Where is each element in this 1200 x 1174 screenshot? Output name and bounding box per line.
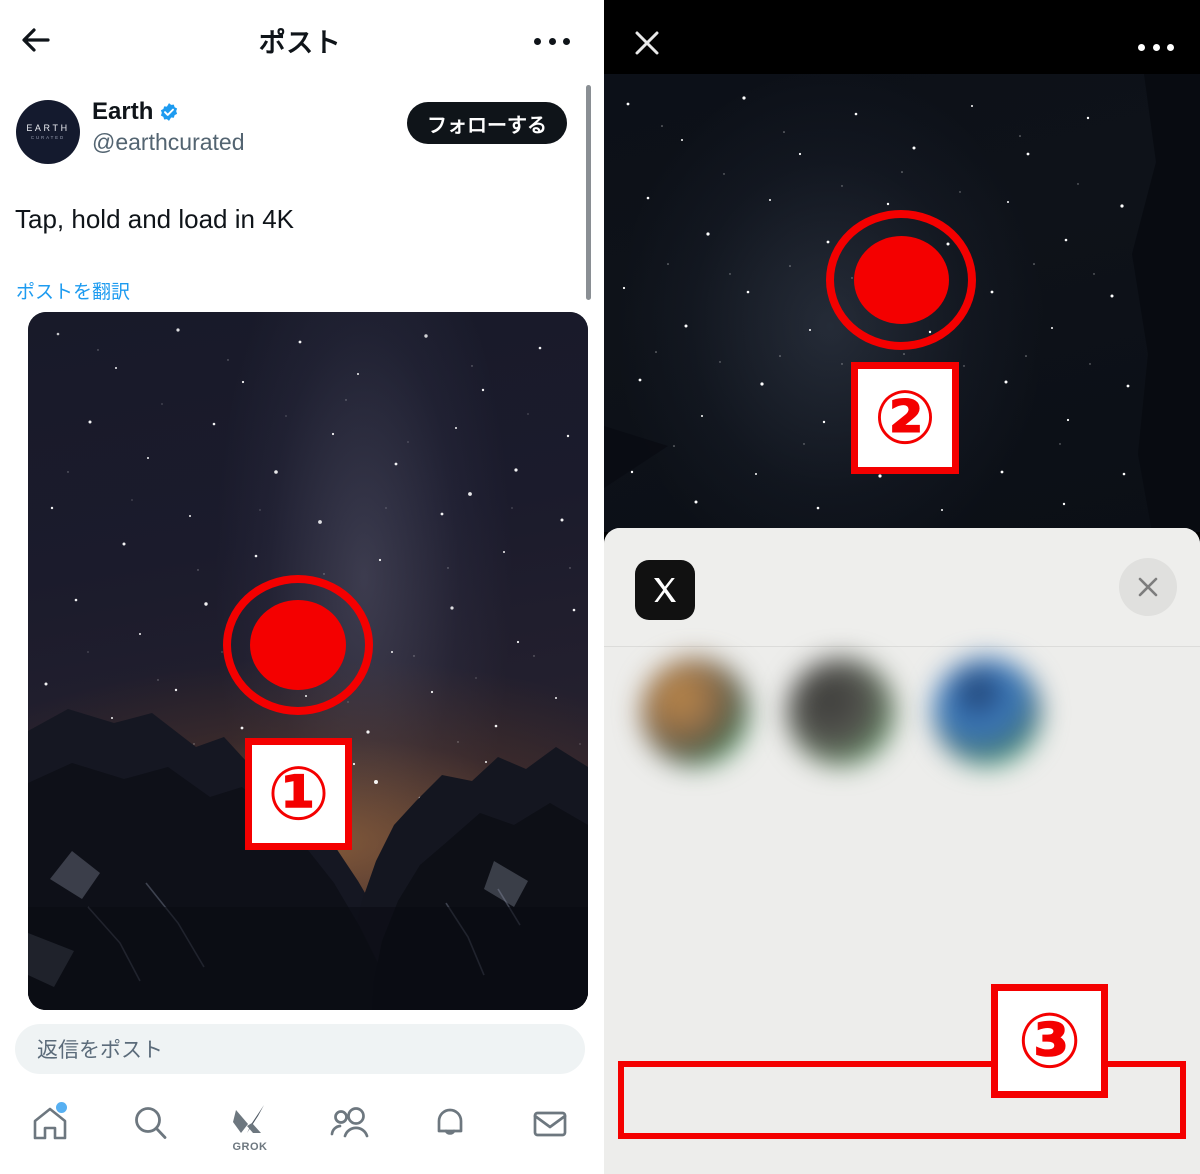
share-sheet-header: [604, 528, 1200, 647]
step-marker-1: ①: [245, 738, 352, 850]
grok-icon: [233, 1105, 264, 1133]
dot: [548, 37, 556, 45]
share-contacts-row: [604, 658, 1200, 803]
left-topbar: ポスト: [0, 0, 600, 78]
share-contact-2[interactable]: [768, 658, 914, 803]
step-number-3: ③: [1017, 996, 1082, 1085]
tap-indicator-dot-1: [250, 600, 346, 690]
dot: [1138, 43, 1145, 51]
share-contact-3[interactable]: [914, 658, 1060, 803]
author-handle: @earthcurated: [92, 129, 245, 155]
bell-icon: [437, 1108, 463, 1135]
avatar: [933, 658, 1041, 766]
screenshot-root: ポスト EARTH CURATED Earth @earthcurated フォ…: [0, 0, 1200, 1174]
x-app-icon: [635, 560, 695, 620]
search-icon: [135, 1107, 167, 1139]
step-marker-2: ②: [851, 362, 959, 474]
right-panel-share-sheet: ②: [604, 0, 1200, 1174]
nav-item-messages[interactable]: [500, 1102, 600, 1164]
author-display-name: Earth: [92, 98, 154, 125]
close-icon: [1138, 577, 1158, 597]
more-horizontal-icon[interactable]: [534, 30, 570, 52]
vertical-scrollbar[interactable]: [586, 85, 591, 300]
nav-item-home[interactable]: [0, 1102, 100, 1164]
translate-post-link[interactable]: ポストを翻訳: [16, 277, 130, 304]
avatar-label-main: EARTH: [26, 123, 70, 133]
dot: [563, 37, 570, 45]
ios-share-sheet: AirDrop メッセージ: [604, 528, 1200, 1174]
close-x-icon[interactable]: [632, 28, 662, 58]
step-marker-3: ③: [991, 984, 1108, 1098]
grok-label: GROK: [232, 1141, 268, 1153]
avatar-label-sub: CURATED: [30, 135, 66, 140]
dot: [534, 37, 541, 45]
reply-placeholder: 返信をポスト: [37, 1039, 163, 1062]
dot: [1167, 43, 1174, 51]
communities-icon: [330, 1107, 369, 1138]
post-media-image[interactable]: [28, 312, 588, 1010]
nav-item-notifications[interactable]: [400, 1102, 500, 1164]
bottom-navigation-bar: GROK: [0, 1090, 600, 1174]
home-unread-badge: [56, 1102, 67, 1113]
step-number-2: ②: [873, 375, 937, 461]
nav-item-search[interactable]: [100, 1102, 200, 1164]
step-number-1: ①: [267, 751, 330, 837]
x-logo-glyph: [654, 578, 676, 602]
avatar: [641, 658, 749, 766]
page-title: ポスト: [258, 28, 342, 58]
avatar: [787, 658, 895, 766]
left-panel-post-detail: ポスト EARTH CURATED Earth @earthcurated フォ…: [0, 0, 600, 1174]
share-sheet-close-button[interactable]: [1119, 558, 1177, 616]
grok-wrap: GROK: [230, 1102, 270, 1153]
close-x-glyph: [635, 31, 659, 55]
avatar[interactable]: EARTH CURATED: [16, 100, 80, 164]
author-name-line[interactable]: Earth: [92, 98, 179, 126]
share-contact-1[interactable]: [622, 658, 768, 803]
author-row: EARTH CURATED Earth @earthcurated フォローする: [0, 96, 600, 170]
more-horizontal-icon[interactable]: [1138, 36, 1174, 58]
follow-button[interactable]: フォローする: [407, 102, 567, 144]
nav-item-grok[interactable]: GROK: [200, 1102, 300, 1164]
post-text: Tap, hold and load in 4K: [15, 204, 294, 234]
nav-item-communities[interactable]: [300, 1102, 400, 1164]
verified-badge-icon: [161, 103, 178, 121]
tap-indicator-dot-2: [854, 236, 949, 324]
dot: [1152, 43, 1160, 51]
right-topbar: [604, 0, 1200, 74]
envelope-icon: [533, 1111, 567, 1137]
reply-input[interactable]: 返信をポスト: [15, 1024, 585, 1074]
